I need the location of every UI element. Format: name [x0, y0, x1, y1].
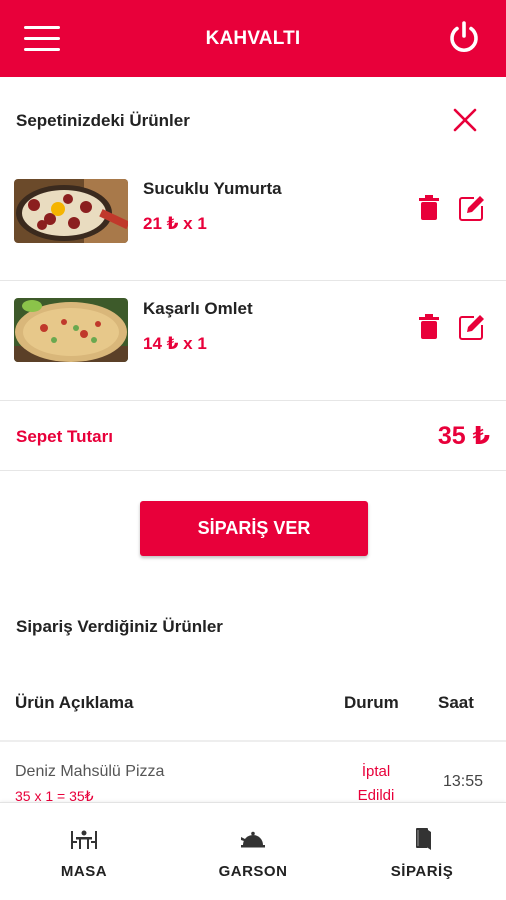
close-icon[interactable] [452, 107, 478, 133]
cart-total-value: 35 ₺ [437, 422, 490, 450]
menu-book-icon [416, 828, 431, 850]
sucuklu-yumurta-photo [14, 179, 128, 243]
bottom-navigation: MASA GARSON SİPARİŞ [0, 802, 506, 900]
cart-total-row: Sepet Tutarı 35 ₺ [0, 401, 506, 471]
page-title: KAHVALTI [205, 27, 301, 49]
nav-label-siparis: SİPARİŞ [390, 863, 454, 880]
order-item-name: Deniz Mahsülü Pizza [15, 763, 165, 780]
nav-item-garson[interactable]: GARSON [169, 803, 337, 900]
cart-item-price: 21 ₺ x 1 [143, 214, 207, 233]
hamburger-menu-icon[interactable] [24, 26, 60, 52]
kasarli-omlet-photo [14, 298, 128, 362]
nav-label-garson: GARSON [218, 863, 288, 880]
cart-item: Kaşarlı Omlet 14 ₺ x 1 [0, 281, 506, 401]
cart-item-name: Kaşarlı Omlet [143, 299, 253, 318]
waiter-bell-icon [241, 831, 265, 848]
nav-item-siparis[interactable]: SİPARİŞ [338, 803, 506, 900]
cart-item: Sucuklu Yumurta 21 ₺ x 1 [0, 161, 506, 281]
trash-icon[interactable] [418, 195, 440, 221]
place-order-button[interactable]: SİPARİŞ VER [140, 501, 368, 556]
nav-item-masa[interactable]: MASA [0, 803, 168, 900]
edit-icon[interactable] [458, 194, 486, 222]
orders-heading: Sipariş Verdiğiniz Ürünler [16, 617, 223, 636]
cart-heading: Sepetinizdeki Ürünler [16, 111, 190, 130]
cart-total-label: Sepet Tutarı [16, 427, 113, 446]
column-header-status: Durum [344, 693, 399, 712]
nav-label-masa: MASA [60, 863, 108, 880]
cart-item-name: Sucuklu Yumurta [143, 179, 282, 198]
order-status: İptal Edildi [340, 760, 412, 808]
order-status-line: İptal [361, 763, 391, 780]
power-icon[interactable] [446, 20, 482, 56]
column-header-time: Saat [438, 693, 474, 712]
app-bar: KAHVALTI [0, 0, 506, 77]
trash-icon[interactable] [418, 314, 440, 340]
column-header-description: Ürün Açıklama [15, 693, 134, 712]
cart-header: Sepetinizdeki Ürünler [0, 77, 506, 159]
table-icon [71, 830, 97, 849]
edit-icon[interactable] [458, 313, 486, 341]
order-time: 13:55 [443, 773, 484, 790]
table-divider [0, 740, 506, 742]
cart-item-price: 14 ₺ x 1 [143, 334, 207, 353]
